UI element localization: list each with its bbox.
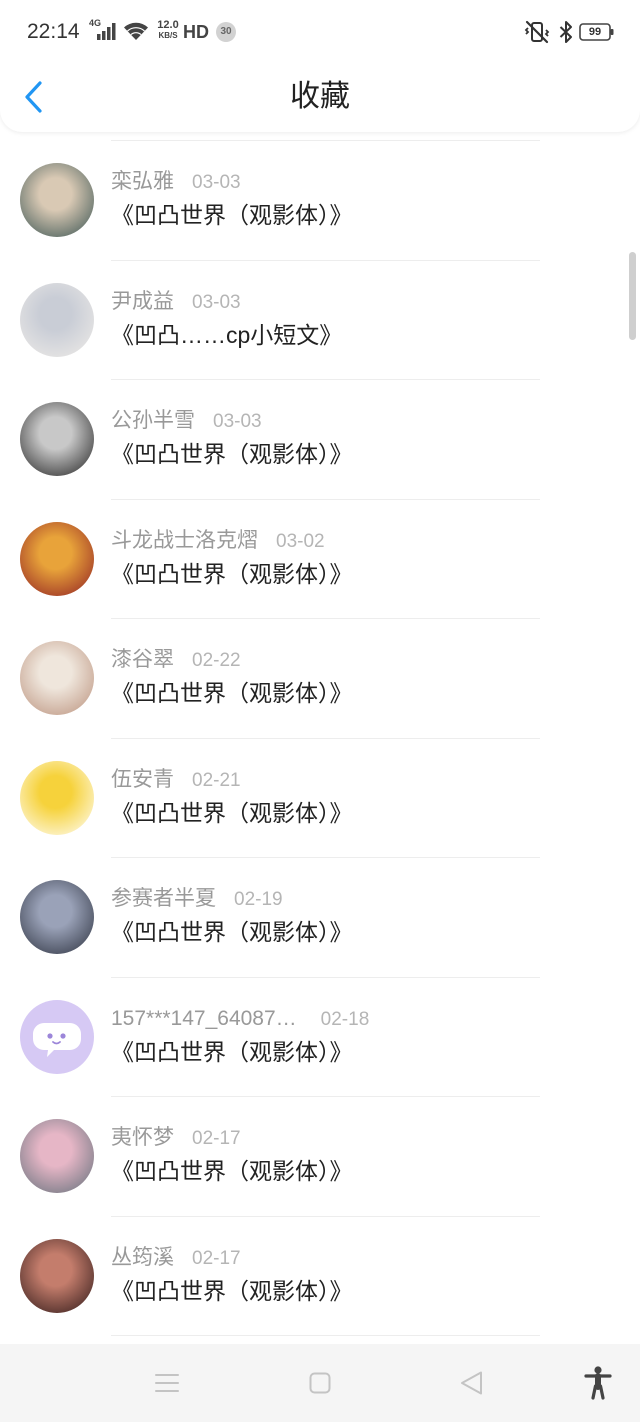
avatar[interactable] [20,282,94,357]
work-title[interactable]: 《凹凸世界（观影体）》 [111,1037,353,1067]
avatar[interactable] [20,402,94,476]
list-item[interactable]: 漆谷翠 02-22 《凹凸世界（观影体）》 [0,618,640,738]
favorite-date: 02-17 [192,1128,241,1149]
work-title[interactable]: 《凹凸世界（观影体）》 [111,678,353,708]
favorite-date: 02-18 [320,1008,370,1030]
item-meta: 夷怀梦 02-17 [111,1126,241,1152]
accessibility-icon [584,1366,612,1400]
menu-icon [155,1374,179,1392]
avatar[interactable] [20,999,94,1074]
accessibility-button[interactable] [584,1366,612,1400]
favorite-date: 02-21 [192,769,241,791]
list-item[interactable]: 夷怀梦 02-17 《凹凸世界（观影体）》 [0,1096,640,1216]
item-meta: 157***147_64087… 02-18 [111,1007,369,1033]
battery-level: 99 [588,26,602,38]
list-item[interactable]: 尹成益 03-03 《凹凸……cp小短文》 [0,259,640,380]
vibrate-off-icon [524,20,550,44]
favorite-date: 03-03 [192,172,241,193]
favorite-date: 02-17 [192,1247,241,1269]
list-item[interactable]: 公孙半雪 03-03 《凹凸世界（观影体）》 [0,379,640,499]
favorite-date: 03-02 [276,530,325,552]
wifi-icon [124,22,148,40]
status-time: 22:14 [27,20,80,43]
list-item[interactable]: 栾弘雅 03-03 《凹凸世界（观影体）》 [0,140,640,260]
bluetooth-icon [559,21,572,43]
work-title[interactable]: 《凹凸……cp小短文》 [111,320,342,350]
avatar[interactable] [20,163,94,237]
item-meta: 伍安青 02-21 [111,768,241,794]
item-meta: 参赛者半夏 02-19 [111,887,283,913]
author-name[interactable]: 夷怀梦 [111,1126,174,1149]
work-title[interactable]: 《凹凸世界（观影体）》 [111,200,353,230]
list-item[interactable]: 丛筠溪 02-17 《凹凸世界（观影体）》 [0,1215,640,1336]
author-name[interactable]: 参赛者半夏 [111,887,216,910]
author-name[interactable]: 丛筠溪 [111,1246,174,1269]
author-name[interactable]: 公孙半雪 [111,409,195,432]
list-item[interactable]: 参赛者半夏 02-19 《凹凸世界（观影体）》 [0,857,640,977]
author-name[interactable]: 伍安青 [111,768,174,791]
list-item[interactable]: 伍安青 02-21 《凹凸世界（观影体）》 [0,737,640,858]
author-name[interactable]: 栾弘雅 [111,170,174,193]
avatar[interactable] [20,641,94,715]
item-meta: 栾弘雅 03-03 [111,170,241,196]
hd-indicator: HD [183,22,209,42]
author-name[interactable]: 斗龙战士洛克熠 [111,529,258,552]
author-name[interactable]: 尹成益 [111,290,174,313]
app-header: 22:14 4G 12.0 KB/S HD 30 99 收藏 [0,0,640,132]
item-meta: 斗龙战士洛克熠 03-02 [111,529,325,555]
work-title[interactable]: 《凹凸世界（观影体）》 [111,559,353,589]
back-triangle-icon [461,1371,482,1395]
work-title[interactable]: 《凹凸世界（观影体）》 [111,798,353,828]
favorite-date: 03-03 [192,291,241,313]
item-meta: 漆谷翠 02-22 [111,648,241,674]
signal-icon [97,23,116,40]
work-title[interactable]: 《凹凸世界（观影体）》 [111,1276,353,1306]
author-name[interactable]: 157***147_64087… [111,1007,297,1030]
list-item[interactable]: 斗龙战士洛克熠 03-02 《凹凸世界（观影体）》 [0,498,640,619]
favorite-date: 03-03 [213,411,262,432]
recents-button[interactable] [154,1372,180,1394]
avatar[interactable] [20,1238,94,1313]
chat-bubble-icon [33,1022,81,1057]
author-name[interactable]: 漆谷翠 [111,648,174,671]
list-item[interactable]: 157***147_64087… 02-18 《凹凸世界（观影体）》 [0,976,640,1097]
avatar[interactable] [20,521,94,596]
network-speed-value: 12.0 [157,19,179,31]
item-meta: 公孙半雪 03-03 [111,409,262,435]
system-nav-bar [0,1344,640,1422]
home-button[interactable] [309,1372,331,1394]
home-square-icon [309,1372,331,1394]
avatar[interactable] [20,880,94,954]
item-meta: 丛筠溪 02-17 [111,1246,241,1272]
scrollbar-thumb[interactable] [629,252,636,340]
favorite-date: 02-19 [234,889,283,910]
item-meta: 尹成益 03-03 [111,290,241,316]
list-divider [111,1335,540,1336]
favorites-list[interactable]: 栾弘雅 03-03 《凹凸世界（观影体）》 尹成益 03-03 《凹凸……cp小短文… [0,140,640,1336]
notification-count-badge: 30 [216,22,236,42]
avatar[interactable] [20,760,94,835]
network-speed: 12.0 KB/S [155,20,181,41]
work-title[interactable]: 《凹凸世界（观影体）》 [111,439,353,469]
work-title[interactable]: 《凹凸世界（观影体）》 [111,917,353,947]
avatar[interactable] [20,1119,94,1193]
page-title: 收藏 [290,80,350,113]
system-back-button[interactable] [459,1370,485,1396]
network-speed-unit: KB/S [158,31,178,40]
work-title[interactable]: 《凹凸世界（观影体）》 [111,1156,353,1186]
favorite-date: 02-22 [192,650,241,671]
